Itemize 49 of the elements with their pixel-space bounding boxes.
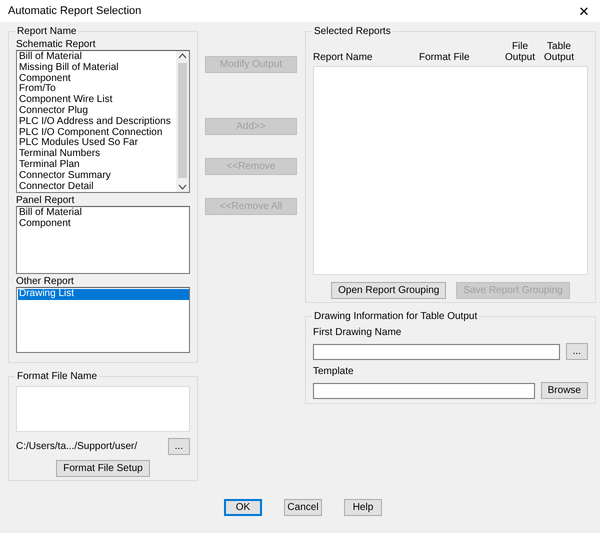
list-label: Schematic Report bbox=[16, 39, 96, 50]
browse-button[interactable]: ... bbox=[566, 343, 588, 360]
list-item[interactable]: Missing Bill of Material bbox=[18, 62, 176, 74]
column-header: Table Output bbox=[542, 41, 576, 63]
list-item[interactable]: Connector Plug bbox=[18, 106, 176, 117]
close-button[interactable]: ✕ bbox=[576, 4, 592, 18]
browse-button[interactable]: ... bbox=[168, 438, 190, 455]
list-item[interactable]: Component Wire List bbox=[18, 95, 176, 106]
text-field[interactable] bbox=[313, 382, 535, 398]
list-item[interactable]: PLC I/O Address and Descriptions bbox=[18, 116, 176, 128]
window-title: Automatic Report Selection bbox=[8, 5, 142, 17]
list-item[interactable]: Terminal Plan bbox=[18, 160, 176, 171]
format-file-path: C:/Users/ta.../Support/user/ bbox=[16, 441, 138, 452]
list-item[interactable]: Bill of Material bbox=[18, 52, 176, 63]
list-item[interactable]: PLC I/O Component Connection bbox=[18, 128, 176, 138]
column-header: Format File bbox=[419, 52, 471, 63]
format-file-setup-button[interactable]: Format File Setup bbox=[56, 460, 150, 477]
list-item[interactable]: PLC Modules Used So Far bbox=[18, 138, 176, 150]
browse-button[interactable]: Browse bbox=[540, 382, 588, 399]
group-title: Format File Name bbox=[16, 371, 98, 382]
dialog-button[interactable]: Cancel bbox=[284, 499, 322, 516]
text-field[interactable] bbox=[313, 344, 560, 360]
list-item[interactable]: Drawing List bbox=[18, 289, 189, 300]
report-list[interactable]: Drawing List bbox=[16, 287, 190, 353]
field-label: Template bbox=[313, 366, 355, 378]
grouping-button[interactable]: Open Report Grouping bbox=[331, 282, 446, 299]
dialog-button[interactable]: Help bbox=[344, 499, 382, 516]
list-item[interactable]: Component bbox=[18, 218, 189, 230]
scrollbar[interactable] bbox=[176, 51, 189, 192]
group-title: Drawing Information for Table Output bbox=[313, 311, 478, 322]
scroll-up-icon[interactable] bbox=[178, 51, 187, 61]
list-item[interactable]: Component bbox=[18, 74, 176, 84]
format-file-field[interactable] bbox=[16, 386, 190, 432]
group-title: Report Name bbox=[16, 26, 78, 37]
group-title: Selected Reports bbox=[313, 26, 392, 37]
list-label: Panel Report bbox=[16, 195, 76, 206]
list-label: Other Report bbox=[16, 276, 75, 287]
field-label: First Drawing Name bbox=[313, 327, 402, 339]
list-item[interactable]: Terminal Numbers bbox=[18, 149, 176, 160]
list-item[interactable]: Bill of Material bbox=[18, 208, 189, 219]
list-item[interactable]: Connector Detail bbox=[18, 182, 176, 192]
report-list[interactable] bbox=[16, 50, 190, 193]
list-item[interactable]: From/To bbox=[18, 84, 176, 96]
list-item[interactable]: Connector Summary bbox=[18, 170, 176, 182]
column-header: Report Name bbox=[313, 52, 374, 63]
report-list[interactable]: Bill of Material Component bbox=[16, 206, 190, 274]
scroll-down-icon[interactable] bbox=[178, 182, 187, 192]
column-header: File Output bbox=[504, 41, 536, 63]
dialog-button[interactable]: OK bbox=[224, 499, 262, 516]
